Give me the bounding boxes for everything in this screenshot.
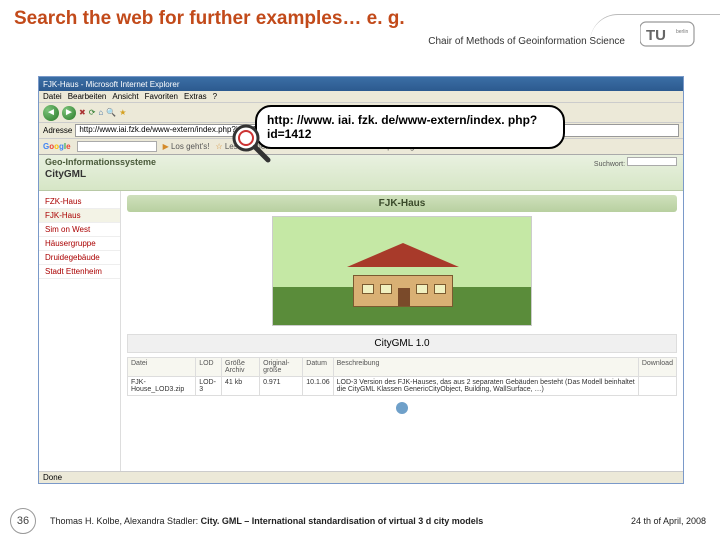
download-indicator[interactable] [127,402,677,416]
cell-lod: LOD-3 [196,377,222,396]
version-bar: CityGML 1.0 [127,334,677,353]
cell-file[interactable]: FJK-House_LOD3.zip [128,377,196,396]
page-content: Geo-Informationssysteme CityGML Suchwort… [39,155,683,483]
browser-titlebar: FJK-Haus - Microsoft Internet Explorer [39,77,683,91]
tb-go[interactable]: ▶ Los geht's! [163,142,210,151]
menu-tools[interactable]: Extras [184,92,207,101]
th-orig: Original-größe [260,358,303,377]
svg-text:berlin: berlin [676,29,688,35]
page-header: Geo-Informationssysteme CityGML Suchwort… [39,155,683,191]
cell-arch: 41 kb [222,377,260,396]
menu-help[interactable]: ? [213,92,217,101]
hero-title: FJK-Haus [127,195,677,212]
forward-button[interactable]: ► [62,106,76,120]
cell-date: 10.1.06 [303,377,333,396]
cell-desc: LOD-3 Version des FJK-Hauses, das aus 2 … [333,377,638,396]
stop-icon[interactable]: ✖ [79,108,86,117]
sidebar-item[interactable]: Sim on West [39,223,120,237]
house-3d-render [272,216,532,326]
search-label: Suchwort: [594,157,677,168]
th-lod: LOD [196,358,222,377]
magnifier-icon [230,122,274,171]
menu-file[interactable]: Datei [43,92,62,101]
refresh-icon[interactable]: ⟳ [89,108,96,117]
address-label: Adresse [43,126,72,135]
th-desc: Beschreibung [333,358,638,377]
google-search-input[interactable] [77,141,157,152]
menu-edit[interactable]: Bearbeiten [68,92,107,101]
main-content: FJK-Haus CityGML 1.0 [121,191,683,483]
sidebar-item[interactable]: Stadt Ettenheim [39,265,120,279]
section-title: CityGML [45,169,156,180]
callout-text: http: //www. iai. fzk. de/www-extern/ind… [267,113,537,141]
cell-orig: 0.971 [260,377,303,396]
menu-fav[interactable]: Favoriten [145,92,178,101]
footer-text: Thomas H. Kolbe, Alexandra Stadler: City… [50,516,631,526]
sidebar-item[interactable]: FZK-Haus [39,195,120,209]
svg-text:TU: TU [646,27,666,44]
th-arch: Größe Archiv [222,358,260,377]
favorites-icon[interactable]: ★ [119,108,126,117]
back-button[interactable]: ◄ [43,105,59,121]
status-bar: Done [39,471,683,483]
sidebar-item[interactable]: Druidegebäude [39,251,120,265]
slide-footer: 36 Thomas H. Kolbe, Alexandra Stadler: C… [0,508,720,534]
window-title: FJK-Haus - Microsoft Internet Explorer [43,80,179,89]
sidebar-item[interactable]: FJK-Haus [39,209,120,223]
sidebar: FZK-Haus FJK-Haus Sim on West Häusergrup… [39,191,121,483]
th-file: Datei [128,358,196,377]
search-icon[interactable]: 🔍 [106,108,116,117]
footer-date: 24 th of April, 2008 [631,516,706,526]
home-icon[interactable]: ⌂ [98,108,103,117]
download-table: Datei LOD Größe Archiv Original-größe Da… [127,357,677,396]
menu-view[interactable]: Ansicht [112,92,138,101]
th-date: Datum [303,358,333,377]
url-callout: http: //www. iai. fzk. de/www-extern/ind… [255,105,565,149]
site-search-input[interactable] [627,157,677,166]
tu-berlin-logo: TU berlin [640,20,700,48]
slide-number: 36 [10,508,36,534]
table-row: FJK-House_LOD3.zip LOD-3 41 kb 0.971 10.… [128,377,677,396]
site-title: Geo-Informationssysteme [45,157,156,167]
google-logo: Google [43,142,71,151]
cell-dl[interactable] [638,377,676,396]
sidebar-item[interactable]: Häusergruppe [39,237,120,251]
menubar[interactable]: Datei Bearbeiten Ansicht Favoriten Extra… [39,91,683,103]
th-dl: Download [638,358,676,377]
status-text: Done [43,473,62,482]
